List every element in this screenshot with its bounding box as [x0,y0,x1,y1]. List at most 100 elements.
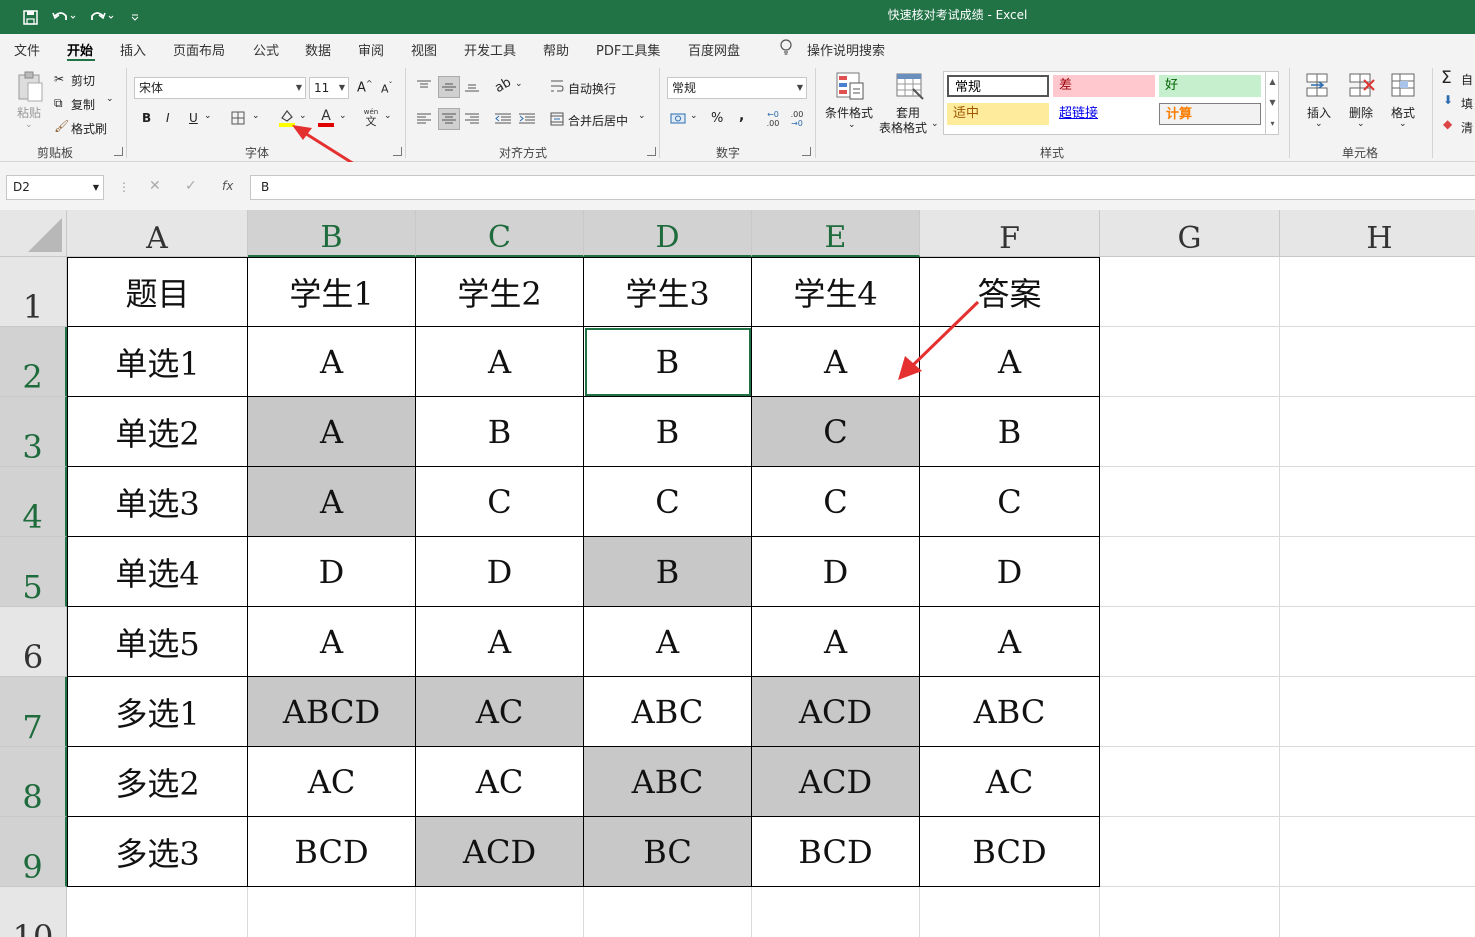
cell-d2[interactable]: B [584,327,752,397]
phonetic-guide-icon[interactable]: wén 文 [362,107,380,129]
cell-a7[interactable]: 多选1 [67,677,248,747]
cell-e9[interactable]: BCD [752,817,920,887]
delete-dropdown-icon[interactable]: ⌄ [1357,119,1365,129]
cell-d4[interactable]: C [584,467,752,537]
cell-c2[interactable]: A [416,327,584,397]
cell-g1[interactable] [1100,257,1280,327]
cell-b5[interactable]: D [248,537,416,607]
worksheet-grid[interactable]: A B C D E F G H 1 题目 学生1 学生2 学生3 学生4 答案 2 单选1 A A B A A 3 单选2 A B… [0,210,1475,937]
cell-e3[interactable]: C [752,397,920,467]
cell-d5[interactable]: B [584,537,752,607]
cell-g8[interactable] [1100,747,1280,817]
merge-dropdown-icon[interactable]: ⌄ [638,111,646,121]
cell-g6[interactable] [1100,607,1280,677]
cell-h6[interactable] [1280,607,1475,677]
borders-dropdown-icon[interactable]: ⌄ [252,111,260,121]
tab-developer[interactable]: 开发工具 [464,40,516,59]
cell-f9[interactable]: BCD [920,817,1100,887]
font-launcher-icon[interactable] [393,147,402,156]
cell-c7[interactable]: AC [416,677,584,747]
column-header-b[interactable]: B [248,210,416,257]
cell-b10[interactable] [248,887,416,937]
cell-a4[interactable]: 单选3 [67,467,248,537]
style-neutral[interactable]: 适中 [947,103,1049,125]
cell-f5[interactable]: D [920,537,1100,607]
italic-button[interactable]: I [166,111,170,125]
cell-h1[interactable] [1280,257,1475,327]
clear-button[interactable]: 清 [1461,119,1473,136]
cell-g3[interactable] [1100,397,1280,467]
clipboard-launcher-icon[interactable] [114,147,123,156]
tab-file[interactable]: 文件 [14,40,40,59]
tab-home[interactable]: 开始 [67,40,93,59]
cell-c8[interactable]: AC [416,747,584,817]
cell-f6[interactable]: A [920,607,1100,677]
increase-decimal-icon[interactable]: ←0.00 [762,108,784,130]
wrap-text-button[interactable]: 自动换行 [568,80,616,97]
number-format-dropdown[interactable]: 常规 ▼ [667,77,807,99]
cell-h9[interactable] [1280,817,1475,887]
cell-c1[interactable]: 学生2 [416,257,584,327]
row-header-1[interactable]: 1 [0,257,67,327]
cell-c10[interactable] [416,887,584,937]
column-header-d[interactable]: D [584,210,752,257]
row-header-7[interactable]: 7 [0,677,67,747]
cell-f10[interactable] [920,887,1100,937]
insert-dropdown-icon[interactable]: ⌄ [1315,119,1323,129]
copy-dropdown-icon[interactable]: ⌄ [106,94,114,104]
row-header-4[interactable]: 4 [0,467,67,537]
cell-b7[interactable]: ABCD [248,677,416,747]
row-header-5[interactable]: 5 [0,537,67,607]
cell-b2[interactable]: A [248,327,416,397]
orientation-icon[interactable]: ab [492,75,514,96]
gallery-scroll[interactable]: ▲ ▼ ▾ [1265,71,1279,135]
fill-down-icon[interactable]: ⬇ [1443,93,1453,107]
cell-e8[interactable]: ACD [752,747,920,817]
row-header-3[interactable]: 3 [0,397,67,467]
cell-h8[interactable] [1280,747,1475,817]
cell-a3[interactable]: 单选2 [67,397,248,467]
format-as-table-button[interactable]: 表格格式 [879,119,927,136]
cell-c6[interactable]: A [416,607,584,677]
column-header-a[interactable]: A [67,210,248,257]
cell-c3[interactable]: B [416,397,584,467]
cancel-icon[interactable]: ✕ [149,178,161,194]
cell-e7[interactable]: ACD [752,677,920,747]
gallery-down-icon[interactable]: ▼ [1266,92,1279,113]
cut-button[interactable]: 剪切 [71,72,95,89]
cell-d1[interactable]: 学生3 [584,257,752,327]
cell-c4[interactable]: C [416,467,584,537]
column-header-f[interactable]: F [920,210,1100,257]
cell-d10[interactable] [584,887,752,937]
cell-h2[interactable] [1280,327,1475,397]
format-table-dropdown-icon[interactable]: ⌄ [931,119,939,129]
row-header-2[interactable]: 2 [0,327,67,397]
cell-c9[interactable]: ACD [416,817,584,887]
cell-e4[interactable]: C [752,467,920,537]
cell-d9[interactable]: BC [584,817,752,887]
cell-g5[interactable] [1100,537,1280,607]
cell-b8[interactable]: AC [248,747,416,817]
style-good[interactable]: 好 [1159,75,1261,97]
phonetic-dropdown-icon[interactable]: ⌄ [384,111,392,121]
more-options-icon[interactable]: ⋮ [118,180,130,194]
cell-d6[interactable]: A [584,607,752,677]
column-header-g[interactable]: G [1100,210,1280,257]
name-box[interactable]: D2 ▼ [6,175,104,200]
cell-b1[interactable]: 学生1 [248,257,416,327]
paste-icon[interactable] [14,70,46,104]
cell-b9[interactable]: BCD [248,817,416,887]
decrease-decimal-icon[interactable]: .00 →0 [786,108,808,130]
cell-a1[interactable]: 题目 [67,257,248,327]
row-header-9[interactable]: 9 [0,817,67,887]
autosum-button[interactable]: 自 [1461,71,1473,88]
align-middle-icon[interactable] [438,76,460,98]
tab-view[interactable]: 视图 [411,40,437,59]
tab-review[interactable]: 审阅 [358,40,384,59]
bold-button[interactable]: B [142,111,151,125]
conditional-formatting-button[interactable]: 条件格式 [825,104,873,121]
tab-baidu-netdisk[interactable]: 百度网盘 [688,40,740,59]
row-header-6[interactable]: 6 [0,607,67,677]
tab-help[interactable]: 帮助 [543,40,569,59]
eraser-icon[interactable]: ◆ [1443,117,1452,131]
